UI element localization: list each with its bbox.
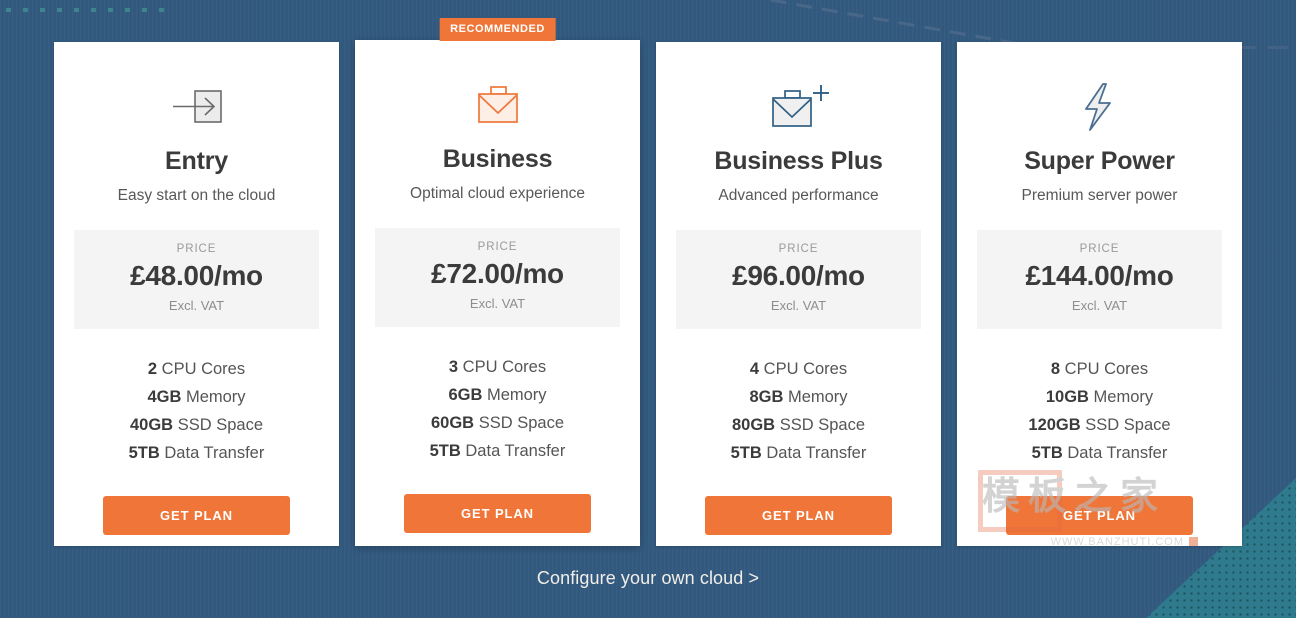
plan-name: Business Plus <box>714 147 883 175</box>
spec-value: 80GB <box>732 416 776 434</box>
spec-value: 5TB <box>730 444 762 462</box>
spec-item: 5TB Data Transfer <box>375 437 620 465</box>
pricing-page: Entry Easy start on the cloud PRICE £48.… <box>0 0 1296 618</box>
spec-label: Data Transfer <box>766 444 867 462</box>
spec-item: 2 CPU Cores <box>74 355 319 383</box>
plan-tagline: Premium server power <box>1021 187 1178 204</box>
spec-item: 60GB SSD Space <box>375 409 620 437</box>
spec-label: Memory <box>787 388 848 406</box>
spec-list: 8 CPU Cores 10GB Memory 120GB SSD Space … <box>977 355 1222 467</box>
price-value: £48.00/mo <box>130 260 263 291</box>
price-note: Excl. VAT <box>469 296 526 311</box>
pricing-card-entry[interactable]: Entry Easy start on the cloud PRICE £48.… <box>54 42 339 546</box>
price-note: Excl. VAT <box>1071 298 1128 313</box>
spec-item: 40GB SSD Space <box>74 411 319 439</box>
briefcase-plus-icon <box>766 76 832 138</box>
spec-value: 5TB <box>1031 444 1063 462</box>
spec-label: SSD Space <box>177 416 263 434</box>
spec-label: Memory <box>185 388 246 406</box>
pricing-card-business[interactable]: RECOMMENDED Business Optimal cloud exper… <box>355 18 640 546</box>
spec-list: 2 CPU Cores 4GB Memory 40GB SSD Space 5T… <box>74 355 319 467</box>
get-plan-button[interactable]: GET PLAN <box>404 494 591 533</box>
spec-item: 4 CPU Cores <box>676 355 921 383</box>
price-label: PRICE <box>778 243 819 255</box>
spec-value: 40GB <box>130 416 174 434</box>
spec-item: 80GB SSD Space <box>676 411 921 439</box>
price-note: Excl. VAT <box>168 298 225 313</box>
plan-name: Entry <box>165 147 228 175</box>
spec-label: Memory <box>1093 388 1154 406</box>
spec-label: CPU Cores <box>462 358 547 376</box>
plan-tagline: Easy start on the cloud <box>117 187 276 204</box>
spec-item: 5TB Data Transfer <box>676 439 921 467</box>
price-note: Excl. VAT <box>770 298 827 313</box>
price-box: PRICE £48.00/mo Excl. VAT <box>74 230 319 329</box>
get-plan-button[interactable]: GET PLAN <box>705 496 892 535</box>
spec-label: SSD Space <box>478 414 564 432</box>
spec-value: 5TB <box>429 442 461 460</box>
spec-label: Memory <box>486 386 547 404</box>
price-box: PRICE £144.00/mo Excl. VAT <box>977 230 1222 329</box>
arrow-into-box-icon <box>169 76 225 138</box>
plan-name: Business <box>442 145 553 173</box>
price-box: PRICE £96.00/mo Excl. VAT <box>676 230 921 329</box>
pricing-card-list: Entry Easy start on the cloud PRICE £48.… <box>0 18 1296 550</box>
spec-item: 3 CPU Cores <box>375 353 620 381</box>
spec-item: 120GB SSD Space <box>977 411 1222 439</box>
price-value: £72.00/mo <box>431 258 564 289</box>
spec-label: Data Transfer <box>164 444 265 462</box>
briefcase-icon <box>470 74 526 136</box>
spec-value: 5TB <box>128 444 160 462</box>
spec-value: 2 <box>147 360 158 378</box>
price-box: PRICE £72.00/mo Excl. VAT <box>375 228 620 327</box>
spec-value: 6GB <box>448 386 483 404</box>
plan-name: Super Power <box>1024 147 1175 175</box>
spec-label: Data Transfer <box>1067 444 1168 462</box>
spec-item: 8GB Memory <box>676 383 921 411</box>
spec-value: 8 <box>1050 360 1061 378</box>
spec-value: 120GB <box>1028 416 1081 434</box>
spec-list: 4 CPU Cores 8GB Memory 80GB SSD Space 5T… <box>676 355 921 467</box>
spec-item: 4GB Memory <box>74 383 319 411</box>
spec-value: 3 <box>448 358 459 376</box>
spec-item: 5TB Data Transfer <box>977 439 1222 467</box>
price-label: PRICE <box>1079 243 1120 255</box>
spec-value: 8GB <box>749 388 784 406</box>
pricing-card-business-plus[interactable]: Business Plus Advanced performance PRICE… <box>656 42 941 546</box>
spec-label: CPU Cores <box>161 360 246 378</box>
spec-value: 4GB <box>147 388 182 406</box>
price-value: £96.00/mo <box>732 260 865 291</box>
dashed-line-top-left <box>6 8 166 12</box>
plan-tagline: Optimal cloud experience <box>410 185 585 202</box>
plan-tagline: Advanced performance <box>718 187 879 204</box>
get-plan-button[interactable]: GET PLAN <box>103 496 290 535</box>
price-value: £144.00/mo <box>1025 260 1174 291</box>
price-label: PRICE <box>176 243 217 255</box>
spec-label: CPU Cores <box>1064 360 1149 378</box>
recommended-badge: RECOMMENDED <box>439 18 556 41</box>
spec-item: 6GB Memory <box>375 381 620 409</box>
get-plan-button[interactable]: GET PLAN <box>1006 496 1193 535</box>
price-label: PRICE <box>477 241 518 253</box>
spec-value: 4 <box>749 360 760 378</box>
spec-item: 5TB Data Transfer <box>74 439 319 467</box>
configure-own-cloud-link[interactable]: Configure your own cloud > <box>0 568 1296 589</box>
spec-label: SSD Space <box>1085 416 1171 434</box>
lightning-bolt-icon <box>1076 76 1124 138</box>
spec-value: 60GB <box>431 414 475 432</box>
spec-item: 8 CPU Cores <box>977 355 1222 383</box>
spec-label: Data Transfer <box>465 442 566 460</box>
spec-label: SSD Space <box>779 416 865 434</box>
spec-list: 3 CPU Cores 6GB Memory 60GB SSD Space 5T… <box>375 353 620 465</box>
spec-item: 10GB Memory <box>977 383 1222 411</box>
spec-value: 10GB <box>1045 388 1089 406</box>
spec-label: CPU Cores <box>763 360 848 378</box>
pricing-card-super-power[interactable]: Super Power Premium server power PRICE £… <box>957 42 1242 546</box>
